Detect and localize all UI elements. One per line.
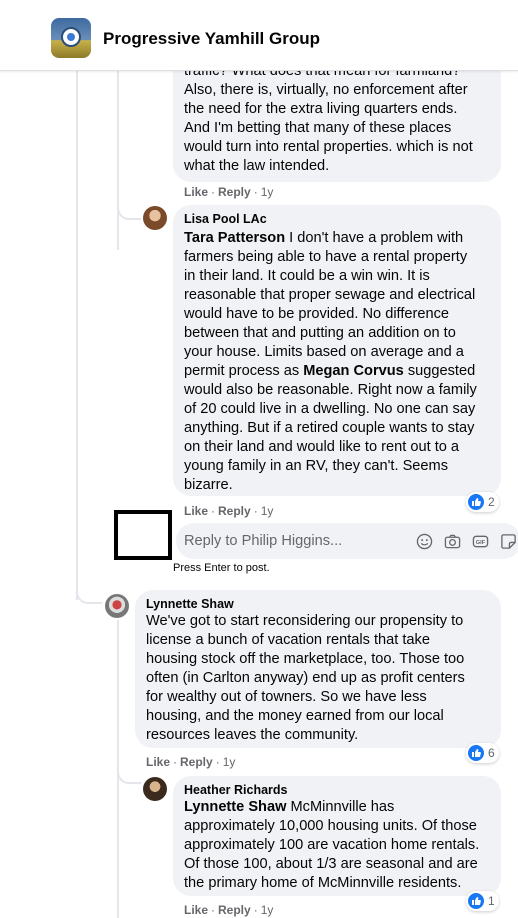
comment-actions: Like · Reply · 1y xyxy=(146,755,236,769)
comment-bubble-lisa: Lisa Pool LAc Tara Patterson I don't hav… xyxy=(173,205,501,496)
mention-link[interactable]: Tara Patterson xyxy=(184,230,285,246)
comment-author[interactable]: Lynnette Shaw xyxy=(146,597,234,611)
comment-bubble-heather: Heather Richards Lynnette Shaw McMinnvil… xyxy=(173,776,501,896)
gif-icon[interactable]: GIF xyxy=(472,533,489,550)
comment-author[interactable]: Heather Richards xyxy=(184,783,288,797)
like-icon xyxy=(468,745,484,761)
reply-link[interactable]: Reply xyxy=(180,755,213,769)
thread-connector xyxy=(76,580,102,604)
comment-actions: Like · Reply · 1y xyxy=(184,504,274,518)
like-link[interactable]: Like xyxy=(184,903,208,917)
mention-link[interactable]: Lynnette Shaw xyxy=(184,799,286,815)
reply-link[interactable]: Reply xyxy=(218,903,251,917)
reply-input[interactable] xyxy=(184,531,404,551)
sticker-icon[interactable] xyxy=(500,533,517,550)
group-avatar[interactable] xyxy=(51,18,91,58)
timestamp[interactable]: 1y xyxy=(261,903,274,917)
reaction-count[interactable]: 6 xyxy=(466,743,499,763)
thread-connector xyxy=(117,198,141,220)
timestamp[interactable]: 1y xyxy=(223,755,236,769)
timestamp[interactable]: 1y xyxy=(261,185,274,199)
comment-text: We've got to start reconsidering our pro… xyxy=(146,613,465,743)
comment-text: Tara Patterson I don't have a problem wi… xyxy=(184,230,477,493)
mention-link[interactable]: Megan Corvus xyxy=(303,363,404,379)
group-name[interactable]: Progressive Yamhill Group xyxy=(103,29,320,49)
like-icon xyxy=(468,893,484,909)
like-link[interactable]: Like xyxy=(184,185,208,199)
timestamp[interactable]: 1y xyxy=(261,504,274,518)
current-user-avatar xyxy=(114,510,172,560)
camera-icon[interactable] xyxy=(444,533,461,550)
like-icon xyxy=(468,494,484,510)
reply-link[interactable]: Reply xyxy=(218,504,251,518)
group-header: Progressive Yamhill Group xyxy=(0,0,518,71)
avatar-lisa[interactable] xyxy=(143,206,167,230)
avatar-heather[interactable] xyxy=(143,777,167,801)
like-link[interactable]: Like xyxy=(146,755,170,769)
reply-composer: GIF xyxy=(176,523,518,559)
emoji-icon[interactable] xyxy=(416,533,433,550)
reaction-count[interactable]: 2 xyxy=(466,492,499,512)
press-enter-hint: Press Enter to post. xyxy=(173,562,270,574)
avatar-lynnette[interactable] xyxy=(105,594,129,618)
reply-link[interactable]: Reply xyxy=(218,185,251,199)
reaction-count[interactable]: 1 xyxy=(466,891,499,911)
comment-bubble-lynnette: Lynnette Shaw We've got to start reconsi… xyxy=(135,590,501,748)
thread-connector xyxy=(117,760,141,784)
thread-line xyxy=(76,70,78,600)
comment-actions: Like · Reply · 1y xyxy=(184,185,274,199)
thread-line xyxy=(117,70,119,250)
comment-author[interactable]: Lisa Pool LAc xyxy=(184,212,267,226)
comment-text: traffic? What does that mean for farmlan… xyxy=(184,63,473,174)
comment-actions: Like · Reply · 1y xyxy=(184,903,274,917)
comment-text: Lynnette Shaw McMinnville has approximat… xyxy=(184,799,480,891)
like-link[interactable]: Like xyxy=(184,504,208,518)
svg-text:GIF: GIF xyxy=(476,540,486,546)
